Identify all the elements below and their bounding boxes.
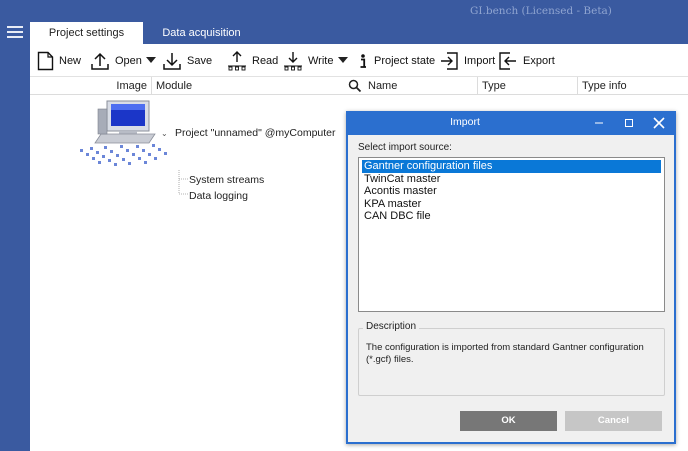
import-button[interactable]: Import	[439, 44, 495, 77]
open-button[interactable]: Open	[90, 44, 142, 77]
dialog-body: Select import source: Gantner configurat…	[348, 135, 674, 442]
dialog-title-bar: Import	[346, 111, 676, 135]
read-label: Read	[252, 55, 279, 67]
minimize-icon[interactable]	[584, 111, 614, 135]
title-bar: GI.bench (Licensed - Beta)	[30, 0, 688, 22]
column-header-name[interactable]: Name	[368, 77, 478, 95]
tree-node-project[interactable]: Project "unnamed" @myComputer	[175, 127, 336, 139]
maximize-icon[interactable]	[614, 111, 644, 135]
import-icon	[441, 51, 458, 70]
write-label: Write	[308, 55, 334, 67]
import-source-option[interactable]: Gantner configuration files	[362, 160, 661, 173]
close-icon[interactable]	[644, 111, 674, 135]
column-header-module[interactable]: Module	[152, 77, 342, 95]
tree-node-system-streams[interactable]: System streams	[189, 174, 264, 186]
write-button[interactable]: Write	[283, 44, 333, 77]
new-label: New	[59, 55, 82, 67]
write-to-device-icon	[284, 51, 302, 70]
import-source-option[interactable]: Acontis master	[362, 185, 661, 198]
column-header-type-info[interactable]: Type info	[578, 77, 688, 95]
new-document-icon	[37, 51, 54, 70]
import-source-option[interactable]: KPA master	[362, 198, 661, 211]
new-button[interactable]: New	[37, 44, 81, 77]
hamburger-menu-icon[interactable]	[7, 26, 23, 38]
column-header-row: Image Module Name Type Type info	[30, 77, 688, 95]
left-rail	[0, 0, 30, 451]
search-icon[interactable]	[345, 77, 365, 95]
computer-network-image	[80, 100, 167, 166]
cancel-button[interactable]: Cancel	[565, 411, 662, 431]
app-title: GI.bench (Licensed - Beta)	[470, 5, 612, 17]
toolbar: New Open Save Read Write Project state I…	[30, 44, 688, 77]
description-label: Description	[363, 321, 420, 332]
tree-node-data-logging[interactable]: Data logging	[189, 190, 248, 202]
tab-project-settings[interactable]: Project settings	[30, 22, 143, 44]
import-label: Import	[464, 55, 496, 67]
column-header-image[interactable]: Image	[30, 77, 152, 95]
open-dropdown-arrow-icon[interactable]	[146, 56, 156, 65]
export-icon	[499, 51, 516, 70]
info-icon	[360, 53, 366, 68]
import-source-option[interactable]: CAN DBC file	[362, 210, 661, 223]
description-text: The configuration is imported from stand…	[366, 342, 644, 365]
upload-open-icon	[91, 52, 109, 70]
write-dropdown-arrow-icon[interactable]	[338, 56, 348, 65]
open-label: Open	[115, 55, 142, 67]
download-save-icon	[163, 52, 181, 70]
description-group: Description The configuration is importe…	[358, 321, 665, 396]
save-button[interactable]: Save	[162, 44, 212, 77]
tab-data-acquisition[interactable]: Data acquisition	[143, 22, 260, 44]
dialog-title: Import	[450, 116, 480, 128]
ok-button[interactable]: OK	[460, 411, 557, 431]
tab-bar: Project settings Data acquisition	[30, 22, 688, 44]
tree-collapse-chevron-icon[interactable]: ⌄	[161, 129, 168, 138]
app-window: GI.bench (Licensed - Beta) Project setti…	[0, 0, 688, 451]
export-label: Export	[523, 55, 555, 67]
project-state-label: Project state	[374, 55, 436, 67]
column-header-type[interactable]: Type	[478, 77, 578, 95]
import-source-list[interactable]: Gantner configuration files TwinCat mast…	[358, 157, 665, 312]
export-button[interactable]: Export	[498, 44, 555, 77]
import-source-label: Select import source:	[358, 142, 452, 153]
read-button[interactable]: Read	[227, 44, 278, 77]
import-source-option[interactable]: TwinCat master	[362, 173, 661, 186]
import-dialog: Import Select import source: Gantner con…	[346, 111, 676, 444]
read-from-device-icon	[228, 50, 246, 70]
project-state-button[interactable]: Project state	[357, 44, 435, 77]
save-label: Save	[187, 55, 213, 67]
